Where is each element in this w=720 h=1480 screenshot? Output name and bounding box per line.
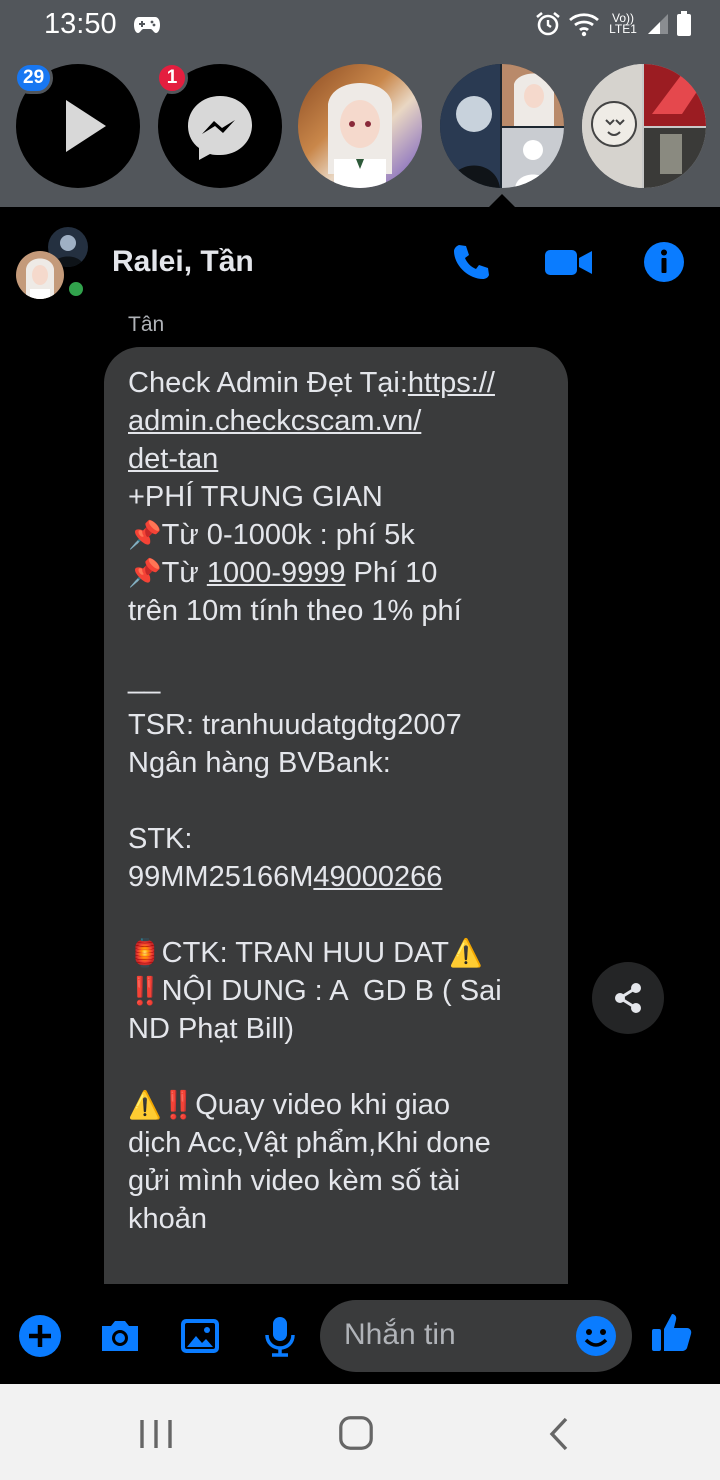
anime-avatar-image — [26, 258, 54, 299]
wifi-icon — [569, 13, 599, 37]
video-call-icon[interactable] — [545, 241, 593, 283]
message-text: Phí 10 — [345, 557, 438, 589]
message-sender-name: Tân — [128, 313, 165, 336]
message-text: NỘI DUNG : A GD B ( Sai — [161, 975, 502, 1007]
message-line: ‼️NỘI DUNG : A GD B ( Sai — [128, 972, 544, 1010]
phone-number-link[interactable]: 49000266 — [313, 861, 442, 893]
share-icon — [615, 983, 641, 1013]
chathead-bar: 13:50 Vo)) LTE1 29 1 — [0, 0, 720, 208]
message-line: STK: — [128, 823, 193, 855]
phone-number-link[interactable]: 1000-9999 — [207, 557, 346, 589]
message-line: dịch Acc,Vật phẩm,Khi done — [128, 1127, 491, 1159]
back-icon[interactable] — [540, 1414, 580, 1454]
message-line: 📌Từ 0-1000k : phí 5k — [128, 516, 544, 554]
message-link[interactable]: https:// — [408, 367, 495, 399]
message-line: 📌Từ 1000-9999 Phí 10 — [128, 554, 544, 592]
message-line: trên 10m tính theo 1% phí — [128, 595, 462, 627]
messenger-unread-badge: 1 — [156, 62, 188, 94]
message-line: +PHÍ TRUNG GIAN — [128, 481, 383, 513]
gallery-icon[interactable] — [178, 1314, 222, 1358]
group-avatar-collage — [440, 64, 564, 188]
message-line: TSR: tranhuudatgdtg2007 — [128, 709, 462, 741]
warning-emoji: ⚠️ — [448, 938, 483, 968]
video-unread-badge: 29 — [14, 62, 54, 94]
active-chathead-pointer — [488, 194, 516, 208]
message-composer: Nhắn tin — [0, 1284, 720, 1384]
network-type-label: Vo)) LTE1 — [609, 11, 637, 36]
group-chathead-2[interactable] — [582, 64, 706, 188]
info-icon[interactable] — [643, 241, 685, 283]
message-line: gửi mình video kèm số tài — [128, 1165, 461, 1197]
microphone-icon[interactable] — [258, 1314, 302, 1358]
alarm-icon — [536, 11, 560, 36]
double-exclamation-emoji: ‼️ — [161, 1090, 196, 1120]
chat-window: Ralei, Tần Tân Check Admin Đẹt Tại:https… — [0, 207, 720, 1384]
message-line: ⚠️‼️Quay video khi giao — [128, 1086, 544, 1124]
group-chathead-active[interactable] — [440, 64, 564, 188]
message-text: Từ — [161, 557, 207, 589]
message-text: Quay video khi giao — [195, 1089, 450, 1121]
status-bar: 13:50 Vo)) LTE1 — [0, 0, 720, 50]
system-navigation-bar — [0, 1384, 720, 1480]
message-line: Check Admin Đẹt Tại:https:// — [128, 364, 544, 402]
message-input-placeholder: Nhắn tin — [344, 1318, 456, 1351]
message-line: 99MM25166M49000266 — [128, 858, 544, 896]
conversation-title[interactable]: Ralei, Tần — [112, 245, 254, 279]
message-line: Ngân hàng BVBank: — [128, 747, 391, 779]
pushpin-emoji: 📌 — [128, 558, 162, 588]
message-text: Từ 0-1000k : phí 5k — [161, 519, 415, 551]
message-line: __ — [128, 663, 161, 695]
signal-icon — [648, 14, 668, 34]
lantern-emoji: 🏮 — [128, 938, 162, 968]
group-avatar[interactable] — [16, 251, 64, 299]
message-line: ND Phạt Bill) — [128, 1013, 294, 1045]
group-avatar-collage-2 — [582, 64, 706, 188]
battery-icon — [677, 11, 691, 36]
plus-icon[interactable] — [18, 1314, 62, 1358]
double-exclamation-emoji: ‼️ — [128, 976, 162, 1006]
message-line: 🏮CTK: TRAN HUU DAT⚠️ — [128, 934, 544, 972]
chat-header: Ralei, Tần — [0, 207, 720, 317]
message-text: 99MM25166M — [128, 861, 314, 893]
status-time: 13:50 — [44, 8, 117, 40]
online-status-dot — [66, 279, 86, 299]
anime-avatar-chathead[interactable] — [298, 64, 422, 188]
phone-call-icon[interactable] — [450, 241, 492, 283]
emoji-icon[interactable] — [574, 1314, 618, 1358]
anime-girl-avatar — [328, 83, 392, 188]
camera-icon[interactable] — [98, 1314, 142, 1358]
message-link[interactable]: admin.checkcscam.vn/ — [128, 402, 544, 440]
pushpin-emoji: 📌 — [128, 520, 162, 550]
game-controller-icon — [134, 17, 160, 33]
message-link[interactable]: det-tan — [128, 440, 544, 478]
message-line: khoản — [128, 1203, 208, 1235]
home-icon[interactable] — [337, 1414, 375, 1452]
share-button[interactable] — [592, 962, 664, 1034]
message-bubble[interactable]: Check Admin Đẹt Tại:https:// admin.check… — [104, 347, 568, 1307]
recent-apps-icon[interactable] — [136, 1414, 176, 1454]
message-text: Check Admin Đẹt Tại: — [128, 367, 408, 399]
message-text: CTK: TRAN HUU DAT — [161, 937, 449, 969]
warning-emoji: ⚠️ — [128, 1090, 162, 1120]
thumbs-up-icon[interactable] — [650, 1310, 694, 1354]
